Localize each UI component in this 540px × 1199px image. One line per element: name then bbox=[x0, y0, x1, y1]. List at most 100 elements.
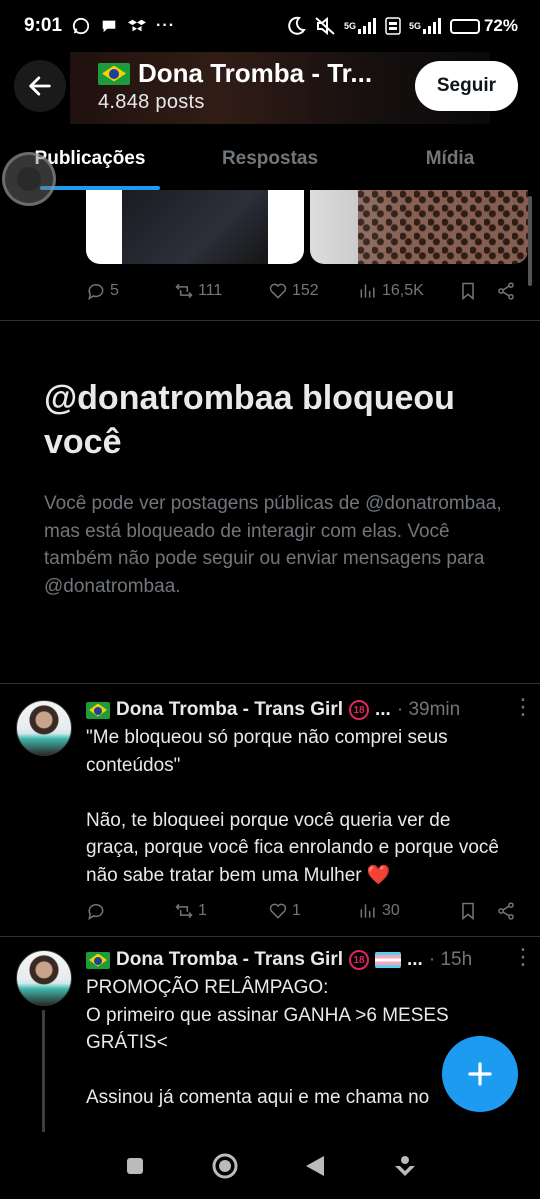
retweet-button[interactable]: 1 bbox=[174, 901, 268, 921]
view-count: 16,5K bbox=[382, 282, 424, 299]
divider bbox=[0, 320, 540, 321]
battery-percent: 72% bbox=[483, 16, 518, 35]
bookmark-button[interactable] bbox=[458, 281, 478, 301]
touch-indicator bbox=[2, 152, 56, 206]
arrow-left-icon bbox=[29, 76, 51, 96]
follow-button[interactable]: Seguir bbox=[414, 61, 518, 111]
post-count: 4.848 posts bbox=[98, 91, 205, 113]
bookmark-icon bbox=[462, 902, 474, 921]
assistant-button[interactable] bbox=[385, 1146, 425, 1186]
tweet[interactable]: Dona Tromba - Trans Girl 18 ... · 39min … bbox=[0, 684, 540, 936]
bookmark-icon bbox=[462, 282, 474, 301]
avatar[interactable] bbox=[16, 700, 72, 756]
tab-respostas[interactable]: Respostas bbox=[180, 130, 360, 190]
tweet-text: "Me bloqueou só porque não comprei seus … bbox=[86, 724, 506, 889]
square-icon bbox=[127, 1157, 143, 1174]
reply-button[interactable]: 5 bbox=[86, 281, 174, 301]
bookmark-button[interactable] bbox=[458, 901, 478, 921]
views-icon bbox=[360, 284, 375, 298]
signal-icon: 5G bbox=[344, 18, 377, 34]
retweet-icon bbox=[175, 903, 193, 919]
back-nav-button[interactable] bbox=[295, 1146, 335, 1186]
network-label: 5G bbox=[408, 21, 421, 31]
ellipsis-text: ... bbox=[407, 949, 423, 970]
retweet-count: 111 bbox=[198, 282, 223, 299]
profile-header: Dona Tromba - Tr... 4.848 posts Seguir bbox=[0, 52, 540, 124]
assistant-icon bbox=[395, 1155, 415, 1176]
views-button[interactable]: 16,5K bbox=[358, 281, 458, 301]
status-time: 9:01 bbox=[24, 15, 63, 36]
tweet-actions: 5 111 152 16,5K bbox=[86, 276, 516, 306]
views-button[interactable]: 30 bbox=[358, 901, 458, 921]
more-options-icon[interactable]: ⋮ bbox=[512, 696, 534, 718]
dropbox-icon bbox=[128, 17, 147, 35]
signal-icon: 5G bbox=[409, 18, 442, 34]
scrollbar[interactable] bbox=[528, 196, 532, 286]
system-navbar bbox=[0, 1132, 540, 1199]
reply-count: 5 bbox=[110, 282, 119, 299]
volte-icon bbox=[385, 17, 401, 35]
adult-content-icon: 18 bbox=[349, 950, 369, 970]
tweet-text-content: "Me bloqueou só porque não comprei seus … bbox=[86, 727, 499, 886]
author-name[interactable]: Dona Tromba - Trans Girl bbox=[116, 949, 343, 971]
retweet-button[interactable]: 111 bbox=[174, 281, 268, 301]
moon-icon bbox=[286, 16, 306, 36]
retweet-count: 1 bbox=[198, 902, 207, 919]
like-count: 1 bbox=[292, 902, 301, 919]
tweet-header: Dona Tromba - Trans Girl 18 ... · 39min bbox=[86, 699, 460, 721]
tweet-actions: 1 1 30 bbox=[86, 896, 516, 926]
views-icon bbox=[360, 904, 375, 918]
brazil-flag-icon bbox=[98, 62, 130, 85]
reply-icon bbox=[88, 284, 104, 301]
profile-tabs: Publicações Respostas Mídia bbox=[0, 130, 540, 190]
circle-home-icon bbox=[212, 1153, 238, 1178]
brazil-flag-icon bbox=[86, 951, 110, 969]
network-label: 5G bbox=[343, 21, 356, 31]
battery-icon: 72% bbox=[449, 16, 518, 36]
mute-icon bbox=[314, 16, 336, 36]
ellipsis-text: ... bbox=[375, 699, 391, 720]
whatsapp-icon bbox=[72, 17, 90, 35]
more-icon: ··· bbox=[156, 17, 176, 34]
like-count: 152 bbox=[292, 282, 319, 299]
blocked-title: @donatrombaa bloqueou você bbox=[44, 379, 455, 461]
red-heart-icon: ❤️ bbox=[366, 864, 391, 886]
triangle-back-icon bbox=[306, 1155, 324, 1176]
share-button[interactable] bbox=[496, 901, 516, 921]
reply-button[interactable] bbox=[86, 901, 174, 921]
more-options-icon[interactable]: ⋮ bbox=[512, 946, 534, 968]
transgender-flag-icon bbox=[375, 952, 401, 968]
recent-apps-button[interactable] bbox=[115, 1146, 155, 1186]
tweet-header: Dona Tromba - Trans Girl 18 ... · 15h bbox=[86, 949, 472, 971]
profile-title: Dona Tromba - Tr... bbox=[98, 58, 372, 89]
tab-midia[interactable]: Mídia bbox=[360, 130, 540, 190]
tweet-text: PROMOÇÃO RELÂMPAGO: O primeiro que assin… bbox=[86, 977, 449, 1108]
tweet-time[interactable]: · 15h bbox=[429, 949, 472, 971]
share-icon bbox=[498, 902, 514, 920]
compose-button[interactable] bbox=[442, 1036, 518, 1112]
like-button[interactable]: 152 bbox=[268, 281, 358, 301]
avatar[interactable] bbox=[16, 950, 72, 1006]
share-icon bbox=[498, 282, 514, 300]
media-image[interactable] bbox=[310, 190, 528, 264]
status-bar: 9:01 ··· 5G 5G 72% bbox=[0, 0, 540, 52]
profile-name: Dona Tromba - Tr... bbox=[138, 58, 373, 88]
thread-line bbox=[42, 1010, 45, 1132]
heart-icon bbox=[269, 283, 287, 299]
adult-content-icon: 18 bbox=[349, 700, 369, 720]
tweet-media[interactable] bbox=[86, 190, 528, 264]
reply-icon bbox=[88, 904, 104, 921]
heart-icon bbox=[269, 903, 287, 919]
plus-icon bbox=[468, 1062, 492, 1086]
retweet-icon bbox=[175, 283, 193, 299]
back-button[interactable] bbox=[14, 60, 66, 112]
home-button[interactable] bbox=[205, 1146, 245, 1186]
like-button[interactable]: 1 bbox=[268, 901, 358, 921]
author-name[interactable]: Dona Tromba - Trans Girl bbox=[116, 699, 343, 721]
chat-icon bbox=[100, 17, 118, 35]
view-count: 30 bbox=[382, 902, 400, 919]
share-button[interactable] bbox=[496, 281, 516, 301]
media-image[interactable] bbox=[86, 190, 304, 264]
tweet-time[interactable]: · 39min bbox=[397, 699, 460, 721]
blocked-notice: @donatrombaa bloqueou você Você pode ver… bbox=[44, 376, 504, 600]
